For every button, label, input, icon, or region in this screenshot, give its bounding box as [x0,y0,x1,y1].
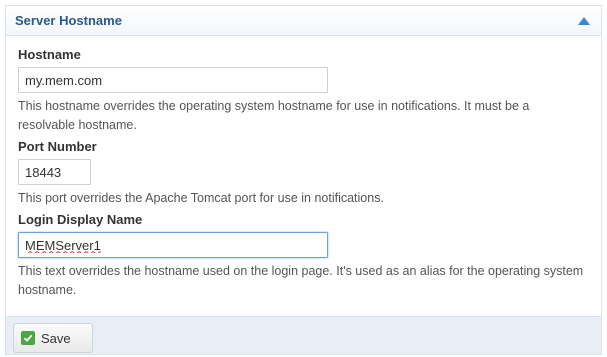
hostname-field-group: Hostname This hostname overrides the ope… [18,47,589,135]
login-display-name-label: Login Display Name [18,212,143,227]
panel-title: Server Hostname [15,13,122,28]
check-icon [21,331,35,345]
hostname-input[interactable] [18,67,328,93]
hostname-label: Hostname [18,47,81,62]
port-label: Port Number [18,139,97,154]
hostname-help-text: This hostname overrides the operating sy… [18,99,530,132]
panel-body: Hostname This hostname overrides the ope… [6,36,601,300]
port-input[interactable] [18,159,91,185]
panel-footer: Save [6,316,601,354]
port-field-group: Port Number This port overrides the Apac… [18,139,589,208]
server-hostname-panel: Server Hostname Hostname This hostname o… [5,5,602,355]
login-display-name-help-text: This text overrides the hostname used on… [18,264,584,297]
chevron-up-icon[interactable] [577,16,591,26]
port-help-text: This port overrides the Apache Tomcat po… [18,191,384,205]
login-display-name-field-group: Login Display Name This text overrides t… [18,212,589,300]
save-label: Save [41,330,71,346]
panel-header[interactable]: Server Hostname [6,6,601,36]
save-button[interactable]: Save [13,323,93,353]
login-display-name-input[interactable] [18,232,328,258]
